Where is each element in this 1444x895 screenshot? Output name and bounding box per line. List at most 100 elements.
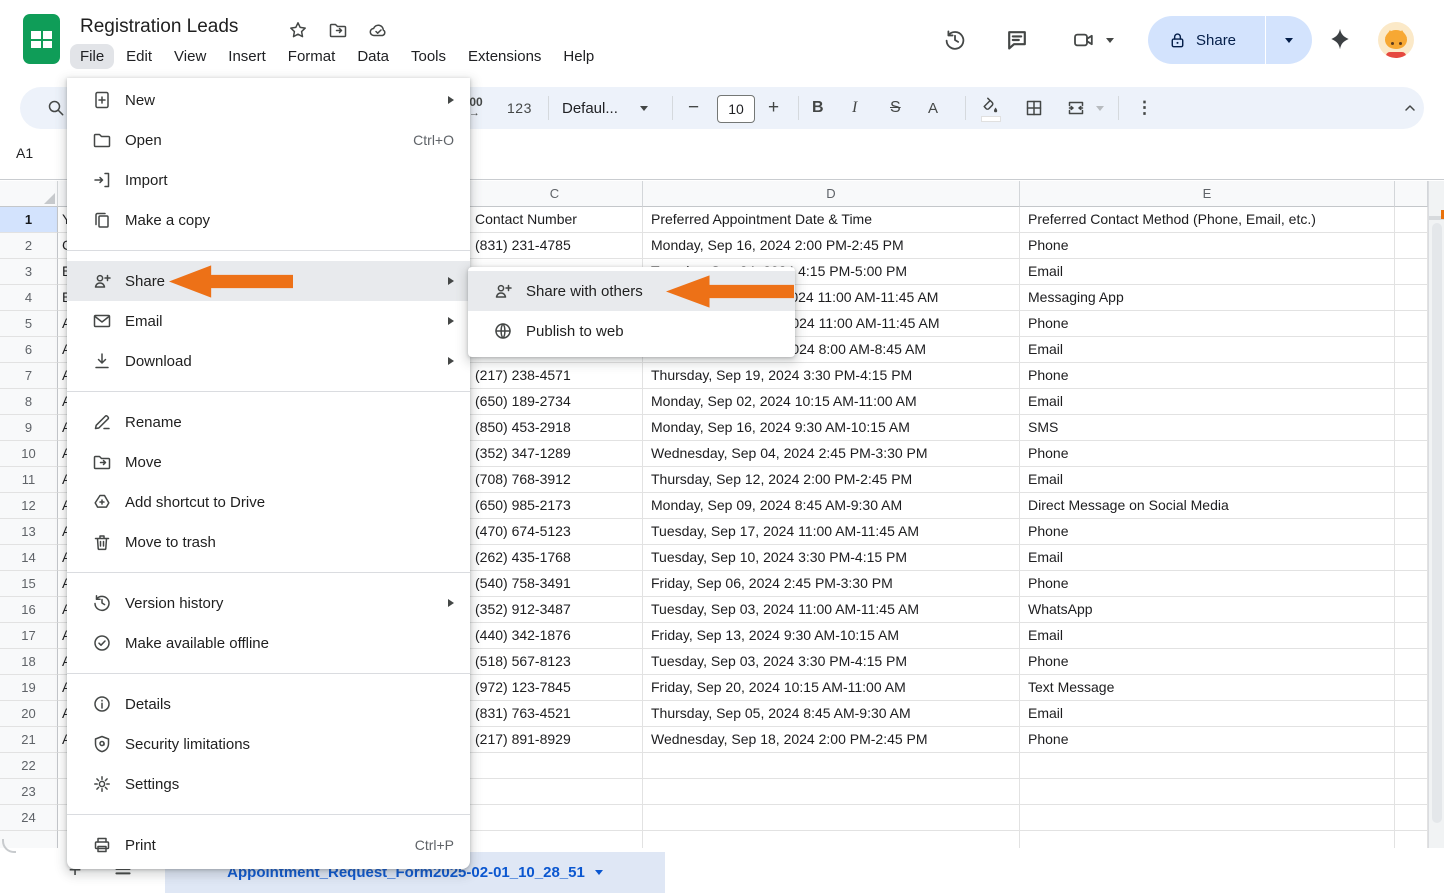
menu-item-email[interactable]: Email bbox=[67, 301, 470, 341]
strikethrough-button[interactable]: S bbox=[890, 87, 912, 129]
cell-d10[interactable]: Wednesday, Sep 04, 2024 2:45 PM-3:30 PM bbox=[643, 441, 1020, 467]
menu-item-security-limitations[interactable]: Security limitations bbox=[67, 724, 470, 764]
decrease-font-size-button[interactable]: − bbox=[688, 87, 699, 129]
cell-e5[interactable]: Phone bbox=[1020, 311, 1395, 337]
name-box[interactable]: A1 bbox=[16, 145, 33, 161]
menu-item-add-shortcut-to-drive[interactable]: Add shortcut to Drive bbox=[67, 482, 470, 522]
cell-e21[interactable]: Phone bbox=[1020, 727, 1395, 753]
cell-e19[interactable]: Text Message bbox=[1020, 675, 1395, 701]
row-header-2[interactable]: 2 bbox=[0, 233, 58, 259]
cell-e15[interactable]: Phone bbox=[1020, 571, 1395, 597]
cell-e2[interactable]: Phone bbox=[1020, 233, 1395, 259]
cell-e7[interactable]: Phone bbox=[1020, 363, 1395, 389]
sheet-tab-menu-icon[interactable] bbox=[595, 870, 603, 875]
menubar-item-edit[interactable]: Edit bbox=[116, 44, 162, 69]
cell-d13[interactable]: Tuesday, Sep 17, 2024 11:00 AM-11:45 AM bbox=[643, 519, 1020, 545]
cell-f10[interactable] bbox=[1395, 441, 1428, 467]
row-header-12[interactable]: 12 bbox=[0, 493, 58, 519]
cloud-saved-icon[interactable] bbox=[368, 20, 388, 40]
cell-e3[interactable]: Email bbox=[1020, 259, 1395, 285]
font-family-select[interactable]: Defaul... bbox=[562, 87, 648, 129]
cell-c10[interactable]: (352) 347-1289 bbox=[467, 441, 643, 467]
cell-d20[interactable]: Thursday, Sep 05, 2024 8:45 AM-9:30 AM bbox=[643, 701, 1020, 727]
cell-e4[interactable]: Messaging App bbox=[1020, 285, 1395, 311]
cell-e13[interactable]: Phone bbox=[1020, 519, 1395, 545]
row-header-5[interactable]: 5 bbox=[0, 311, 58, 337]
row-header-9[interactable]: 9 bbox=[0, 415, 58, 441]
cell-d24[interactable] bbox=[643, 805, 1020, 831]
cell-c21[interactable]: (217) 891-8929 bbox=[467, 727, 643, 753]
cell-e12[interactable]: Direct Message on Social Media bbox=[1020, 493, 1395, 519]
column-header[interactable] bbox=[1395, 181, 1428, 207]
menubar-item-help[interactable]: Help bbox=[553, 44, 604, 69]
menubar-item-data[interactable]: Data bbox=[347, 44, 399, 69]
italic-button[interactable]: I bbox=[852, 87, 874, 129]
cell-f6[interactable] bbox=[1395, 337, 1428, 363]
cell-f5[interactable] bbox=[1395, 311, 1428, 337]
cell-c2[interactable]: (831) 231-4785 bbox=[467, 233, 643, 259]
cell-d22[interactable] bbox=[643, 753, 1020, 779]
cell-d15[interactable]: Friday, Sep 06, 2024 2:45 PM-3:30 PM bbox=[643, 571, 1020, 597]
document-title[interactable]: Registration Leads bbox=[80, 16, 238, 38]
menu-item-rename[interactable]: Rename bbox=[67, 402, 470, 442]
row-header-16[interactable]: 16 bbox=[0, 597, 58, 623]
cell-e11[interactable]: Email bbox=[1020, 467, 1395, 493]
cell-e22[interactable] bbox=[1020, 753, 1395, 779]
bold-button[interactable]: B bbox=[812, 87, 834, 129]
menu-item-import[interactable]: Import bbox=[67, 160, 470, 200]
vertical-scrollbar[interactable] bbox=[1428, 181, 1444, 848]
vertical-scrollbar-thumb[interactable] bbox=[1432, 223, 1442, 823]
cell-c7[interactable]: (217) 238-4571 bbox=[467, 363, 643, 389]
video-call-dropdown-icon[interactable] bbox=[1106, 38, 1114, 43]
cell-c9[interactable]: (850) 453-2918 bbox=[467, 415, 643, 441]
menu-item-make-a-copy[interactable]: Make a copy bbox=[67, 200, 470, 240]
column-header-d[interactable]: D bbox=[643, 181, 1020, 207]
column-header-c[interactable]: C bbox=[467, 181, 643, 207]
cell-c13[interactable]: (470) 674-5123 bbox=[467, 519, 643, 545]
cell-e10[interactable]: Phone bbox=[1020, 441, 1395, 467]
menu-item-make-available-offline[interactable]: Make available offline bbox=[67, 623, 470, 663]
cell-d8[interactable]: Monday, Sep 02, 2024 10:15 AM-11:00 AM bbox=[643, 389, 1020, 415]
cell-e1[interactable]: Preferred Contact Method (Phone, Email, … bbox=[1020, 207, 1395, 233]
cell-c24[interactable] bbox=[467, 805, 643, 831]
menu-item-move[interactable]: Move bbox=[67, 442, 470, 482]
cell-d12[interactable]: Monday, Sep 09, 2024 8:45 AM-9:30 AM bbox=[643, 493, 1020, 519]
number-format-button[interactable]: 123 bbox=[507, 87, 532, 129]
cell-f15[interactable] bbox=[1395, 571, 1428, 597]
video-call-icon[interactable] bbox=[1072, 28, 1096, 52]
cell-c22[interactable] bbox=[467, 753, 643, 779]
cell-d7[interactable]: Thursday, Sep 19, 2024 3:30 PM-4:15 PM bbox=[643, 363, 1020, 389]
comments-icon[interactable] bbox=[1005, 28, 1029, 52]
row-header-8[interactable]: 8 bbox=[0, 389, 58, 415]
cell-c23[interactable] bbox=[467, 779, 643, 805]
font-size-input[interactable]: 10 bbox=[717, 95, 755, 123]
move-to-folder-icon[interactable] bbox=[328, 20, 348, 40]
cell-e14[interactable]: Email bbox=[1020, 545, 1395, 571]
row-header-11[interactable]: 11 bbox=[0, 467, 58, 493]
menu-item-publish-to-web[interactable]: Publish to web bbox=[468, 311, 795, 351]
cell-f13[interactable] bbox=[1395, 519, 1428, 545]
row-header-6[interactable]: 6 bbox=[0, 337, 58, 363]
row-header-7[interactable]: 7 bbox=[0, 363, 58, 389]
cell-f7[interactable] bbox=[1395, 363, 1428, 389]
cell-c1[interactable]: Contact Number bbox=[467, 207, 643, 233]
more-toolbar-options-button[interactable]: ⋮ bbox=[1136, 87, 1153, 129]
menu-item-version-history[interactable]: Version history bbox=[67, 583, 470, 623]
row-header-18[interactable]: 18 bbox=[0, 649, 58, 675]
menubar-item-tools[interactable]: Tools bbox=[401, 44, 456, 69]
text-color-button[interactable]: A bbox=[928, 87, 950, 129]
cell-c20[interactable]: (831) 763-4521 bbox=[467, 701, 643, 727]
menubar-item-insert[interactable]: Insert bbox=[218, 44, 276, 69]
cell-c18[interactable]: (518) 567-8123 bbox=[467, 649, 643, 675]
cell-f2[interactable] bbox=[1395, 233, 1428, 259]
version-history-icon[interactable] bbox=[943, 28, 967, 52]
cell-f20[interactable] bbox=[1395, 701, 1428, 727]
cell-f9[interactable] bbox=[1395, 415, 1428, 441]
menu-item-settings[interactable]: Settings bbox=[67, 764, 470, 804]
cell-f19[interactable] bbox=[1395, 675, 1428, 701]
cell-d14[interactable]: Tuesday, Sep 10, 2024 3:30 PM-4:15 PM bbox=[643, 545, 1020, 571]
row-header-21[interactable]: 21 bbox=[0, 727, 58, 753]
cell-f3[interactable] bbox=[1395, 259, 1428, 285]
cell-d17[interactable]: Friday, Sep 13, 2024 9:30 AM-10:15 AM bbox=[643, 623, 1020, 649]
cell-c11[interactable]: (708) 768-3912 bbox=[467, 467, 643, 493]
